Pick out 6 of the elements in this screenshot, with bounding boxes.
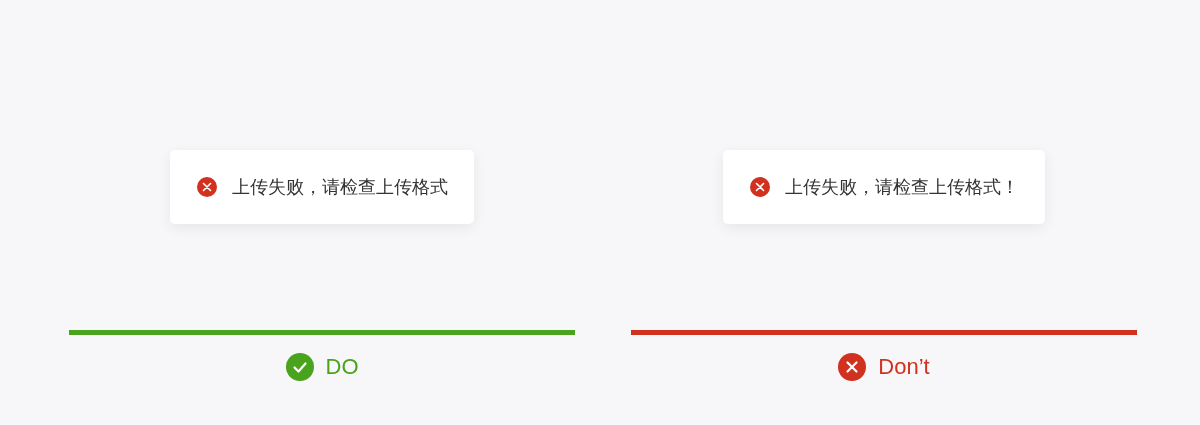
verdict-label: Don’t [878,354,930,380]
error-icon [750,177,770,197]
error-icon [197,177,217,197]
verdict-label: DO [325,354,359,380]
toast-message: 上传失败，请检查上传格式 [232,175,448,199]
toast-message: 上传失败，请检查上传格式！ [785,175,1019,199]
